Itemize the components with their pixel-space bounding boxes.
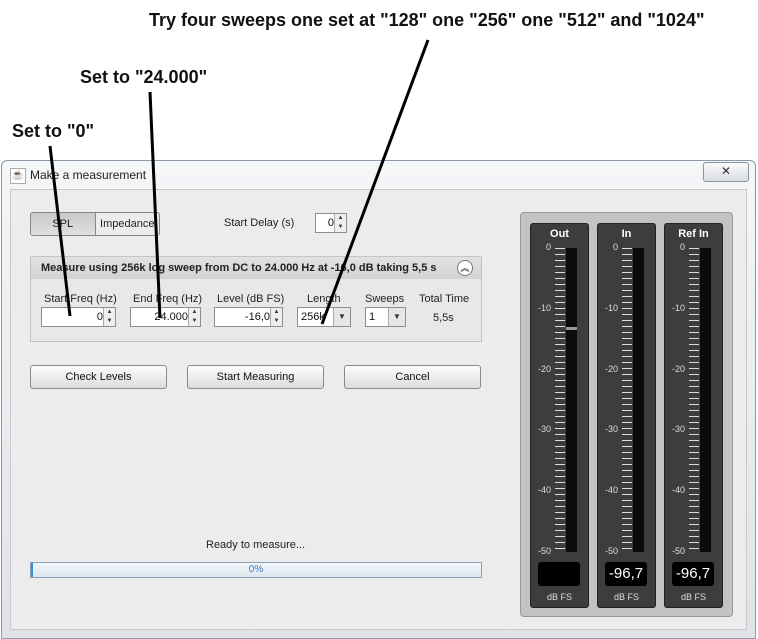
meter-scale-label: -20 <box>671 363 685 374</box>
annotation-end-freq: Set to "24.000" <box>80 67 208 87</box>
meter-unit: dB FS <box>613 592 639 602</box>
panel-title: Measure using 256k log sweep from DC to … <box>41 262 437 274</box>
peak-marker <box>566 327 577 331</box>
start-freq-label: Start Freq (Hz) <box>44 293 117 305</box>
sweeps-select[interactable]: 1 ▼ <box>365 307 406 327</box>
dropdown-arrow-icon[interactable]: ▼ <box>333 308 350 326</box>
spinner-arrows-icon[interactable]: ▲ ▼ <box>188 308 200 326</box>
progress-text: 0% <box>248 564 264 575</box>
meter-ticks <box>689 248 699 552</box>
spinner-arrows-icon[interactable]: ▲ ▼ <box>270 308 282 326</box>
measure-panel: Measure using 256k log sweep from DC to … <box>30 256 482 342</box>
meter-scale-label: -20 <box>537 363 551 374</box>
meter-readout <box>538 562 580 586</box>
meter-scale-label: -30 <box>537 424 551 435</box>
collapse-icon[interactable]: ︽ <box>457 260 473 276</box>
meter-scale-label: -10 <box>604 302 618 313</box>
java-icon: ☕ <box>10 168 26 184</box>
total-time-label: Total Time <box>419 293 470 305</box>
start-delay-spinner[interactable]: 0 ▲ ▼ <box>315 213 347 233</box>
length-label: Length <box>307 293 341 305</box>
meter-scale-label: -30 <box>671 424 685 435</box>
cancel-button[interactable]: Cancel <box>344 365 481 389</box>
meter-in: In -96,7 dB FS 0 -10 -20 -30 -40 -50 <box>597 223 656 608</box>
spinner-arrows-icon[interactable]: ▲ ▼ <box>103 308 115 326</box>
meter-scale-label: 0 <box>545 242 551 252</box>
sweeps-label: Sweeps <box>365 293 405 305</box>
start-freq-value: 0 <box>96 311 103 323</box>
start-delay-value: 0 <box>327 217 334 229</box>
meter-scale-label: 0 <box>679 242 685 252</box>
meter-scale-label: -10 <box>671 302 685 313</box>
meter-scale-label: -40 <box>537 485 551 496</box>
meter-ticks <box>622 248 632 552</box>
check-levels-button[interactable]: Check Levels <box>30 365 167 389</box>
panel-header: Measure using 256k log sweep from DC to … <box>31 257 481 279</box>
dialog-content: SPL Impedance Start Delay (s) 0 ▲ ▼ Measu… <box>10 189 747 630</box>
sweeps-value: 1 <box>369 311 376 323</box>
mode-toggle: SPL Impedance <box>30 212 160 236</box>
annotation-start-freq: Set to "0" <box>12 121 95 141</box>
meter-readout: -96,7 <box>605 562 647 586</box>
meter-scale-label: -20 <box>604 363 618 374</box>
level-meters: Out dB FS 0 -10 -20 -30 -40 -50 In -96,7 dB F… <box>520 212 733 617</box>
length-value: 256k <box>301 311 325 323</box>
meter-ticks <box>555 248 565 552</box>
meter-scale-label: -40 <box>671 485 685 496</box>
measurement-dialog: ☕ Make a measurement ✕ SPL Impedance Sta… <box>1 160 756 639</box>
meter-title: Out <box>550 228 569 240</box>
title-bar: ☕ Make a measurement ✕ <box>2 161 755 189</box>
progress-bar: 0% <box>30 562 482 578</box>
meter-scale-label: -50 <box>604 546 618 556</box>
meter-scale-label: -30 <box>604 424 618 435</box>
spinner-arrows-icon[interactable]: ▲ ▼ <box>334 214 346 232</box>
start-freq-spinner[interactable]: 0 ▲ ▼ <box>41 307 116 327</box>
meter-scale-label: -10 <box>537 302 551 313</box>
end-freq-value: 24.000 <box>154 311 188 323</box>
meter-title: Ref In <box>678 228 709 240</box>
length-select[interactable]: 256k ▼ <box>297 307 351 327</box>
end-freq-spinner[interactable]: 24.000 ▲ ▼ <box>130 307 201 327</box>
status-text: Ready to measure... <box>206 539 306 551</box>
start-measuring-button[interactable]: Start Measuring <box>187 365 324 389</box>
start-delay-label: Start Delay (s) <box>224 217 295 229</box>
tab-impedance[interactable]: Impedance <box>96 213 160 235</box>
meter-bar <box>566 248 577 552</box>
meter-unit: dB FS <box>546 592 572 602</box>
meter-readout: -96,7 <box>672 562 714 586</box>
level-label: Level (dB FS) <box>217 293 285 305</box>
tab-spl[interactable]: SPL <box>31 213 96 235</box>
dropdown-arrow-icon[interactable]: ▼ <box>388 308 405 326</box>
window-title: Make a measurement <box>30 168 147 182</box>
meter-bar <box>700 248 711 552</box>
meter-scale-label: -50 <box>537 546 551 556</box>
end-freq-label: End Freq (Hz) <box>133 293 203 305</box>
level-spinner[interactable]: -16,0 ▲ ▼ <box>214 307 283 327</box>
close-button[interactable]: ✕ <box>703 162 749 182</box>
meter-refin: Ref In -96,7 dB FS 0 -10 -20 -30 -40 -50 <box>664 223 723 608</box>
meter-title: In <box>621 228 632 240</box>
meter-out: Out dB FS 0 -10 -20 -30 -40 -50 <box>530 223 589 608</box>
annotation-sweeps: Try four sweeps one set at "128" one "25… <box>149 10 705 30</box>
meter-scale-label: -40 <box>604 485 618 496</box>
meter-scale-label: 0 <box>612 242 618 252</box>
total-time-value: 5,5s <box>433 312 454 324</box>
meter-bar <box>633 248 644 552</box>
meter-unit: dB FS <box>680 592 706 602</box>
level-value: -16,0 <box>244 311 270 323</box>
meter-scale-label: -50 <box>671 546 685 556</box>
